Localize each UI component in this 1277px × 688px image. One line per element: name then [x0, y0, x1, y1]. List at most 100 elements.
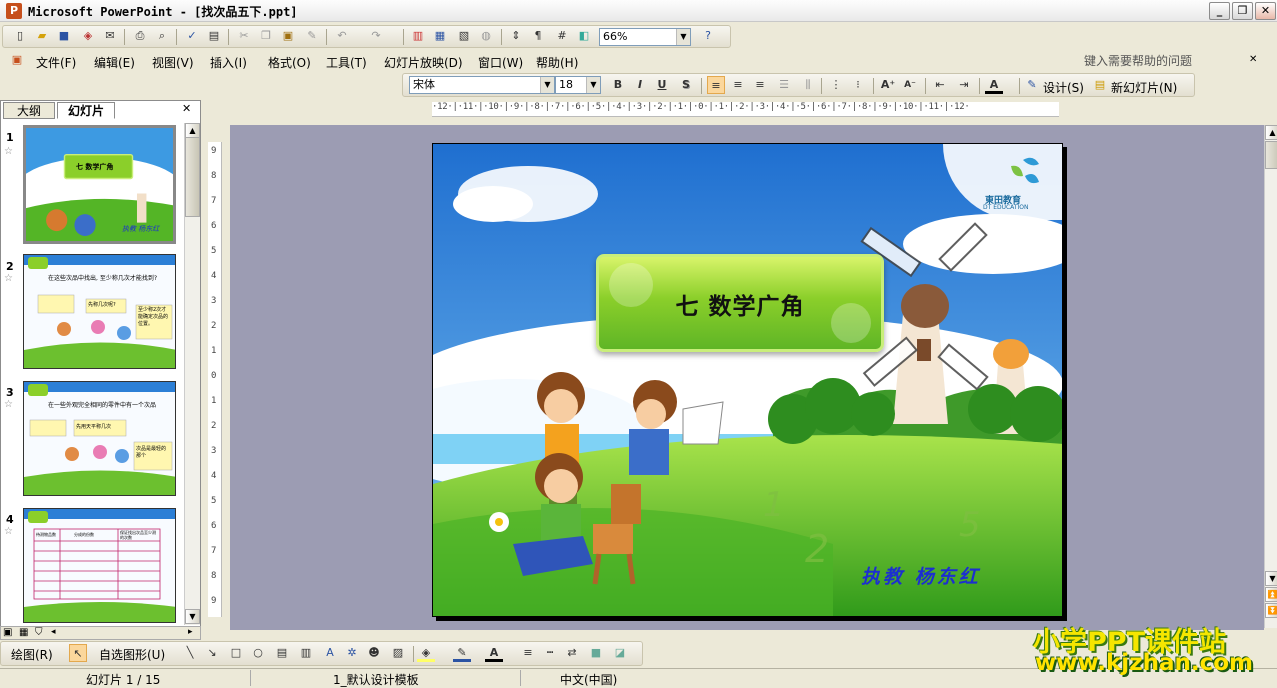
shadow-style-icon[interactable]: ■ — [587, 644, 605, 662]
cut-icon[interactable]: ✂ — [235, 27, 253, 45]
bold-button[interactable]: B — [609, 76, 627, 94]
menu-window[interactable]: 窗口(W) — [478, 54, 523, 71]
slide-canvas[interactable]: 1 2 5 東田教育 DT EDUCATION 七 数学广角 执教 杨东红 — [432, 143, 1063, 617]
numbering-icon[interactable]: ⋮ — [827, 76, 845, 94]
color-icon[interactable]: ◧ — [575, 27, 593, 45]
font-size-dropdown[interactable]: 18 ▼ — [555, 76, 601, 94]
menu-view[interactable]: 视图(V) — [152, 54, 194, 71]
spelling-icon[interactable]: ✓ — [183, 27, 201, 45]
line-icon[interactable]: ╲ — [181, 644, 199, 662]
thumb-scrollbar[interactable]: ▲ ▼ — [184, 123, 200, 625]
menu-help[interactable]: 帮助(H) — [536, 54, 578, 71]
design-icon[interactable]: ✎ — [1023, 76, 1041, 94]
distribute-icon[interactable]: ⫼ — [799, 76, 817, 94]
textbox-icon[interactable]: ▤ — [273, 644, 291, 662]
close-button[interactable]: ✕ — [1255, 2, 1276, 20]
format-painter-icon[interactable]: ✎ — [303, 27, 321, 45]
new-icon[interactable]: ▯ — [11, 27, 29, 45]
tables-borders-icon[interactable]: ▧ — [455, 27, 473, 45]
pane-close-icon[interactable]: ✕ — [182, 102, 191, 115]
show-formatting-icon[interactable]: ¶ — [529, 27, 547, 45]
new-slide-icon[interactable]: ▤ — [1091, 76, 1109, 94]
scroll-down-icon[interactable]: ▼ — [185, 609, 200, 624]
draw-menu-button[interactable]: 绘图(R) — [11, 646, 53, 663]
italic-button[interactable]: I — [631, 76, 649, 94]
menu-slideshow[interactable]: 幻灯片放映(D) — [384, 54, 463, 71]
decrease-indent-icon[interactable]: ⇤ — [931, 76, 949, 94]
zoom-dropdown[interactable]: 66% ▼ — [599, 28, 691, 46]
align-left-icon[interactable]: ≡ — [707, 76, 725, 94]
previous-slide-icon[interactable]: ⏫ — [1265, 587, 1277, 602]
oval-icon[interactable]: ○ — [249, 644, 267, 662]
insert-chart-icon[interactable]: ▥ — [409, 27, 427, 45]
menu-tools[interactable]: 工具(T) — [326, 54, 367, 71]
next-slide-icon[interactable]: ⏬ — [1265, 603, 1277, 618]
new-slide-button[interactable]: 新幻灯片(N) — [1111, 79, 1177, 96]
copy-icon[interactable]: ❐ — [257, 27, 275, 45]
scroll-up-icon[interactable]: ▲ — [1265, 125, 1277, 140]
menu-file[interactable]: 文件(F) — [36, 54, 76, 71]
menu-insert[interactable]: 插入(I) — [210, 54, 247, 71]
grid-icon[interactable]: # — [553, 27, 571, 45]
insert-table-icon[interactable]: ▦ — [431, 27, 449, 45]
slide-thumbnail-4[interactable]: 待测物品数 分成的份数 保证找出次品至少测的次数 — [23, 508, 176, 623]
rectangle-icon[interactable]: □ — [227, 644, 245, 662]
scroll-thumb[interactable] — [185, 137, 200, 217]
draw-font-color-icon[interactable]: A — [485, 644, 503, 662]
chevron-down-icon[interactable]: ▼ — [540, 77, 554, 93]
font-name-dropdown[interactable]: 宋体 ▼ — [409, 76, 555, 94]
vertical-textbox-icon[interactable]: ▥ — [297, 644, 315, 662]
tab-slides[interactable]: 幻灯片 — [57, 102, 115, 119]
scroll-left-icon[interactable]: ◂ — [51, 627, 56, 637]
print-icon[interactable]: ⎙ — [131, 27, 149, 45]
undo-icon[interactable]: ↶ — [333, 27, 351, 45]
help-icon[interactable]: ? — [699, 27, 717, 45]
clipart-icon[interactable]: ☻ — [365, 644, 383, 662]
chevron-down-icon[interactable]: ▼ — [676, 29, 690, 45]
arrow-icon[interactable]: ↘ — [203, 644, 221, 662]
expand-icon[interactable]: ⇕ — [507, 27, 525, 45]
open-icon[interactable]: ▰ — [33, 27, 51, 45]
wordart-icon[interactable]: A — [321, 644, 339, 662]
slide-thumbnail-1[interactable]: 七 数学广角 执教 杨东红 — [23, 125, 176, 244]
underline-button[interactable]: U — [653, 76, 671, 94]
redo-icon[interactable]: ↷ — [367, 27, 385, 45]
line-style-icon[interactable]: ≡ — [519, 644, 537, 662]
increase-indent-icon[interactable]: ⇥ — [955, 76, 973, 94]
shrink-font-icon[interactable]: A⁻ — [901, 76, 919, 94]
help-search-input[interactable]: 键入需要帮助的问题 — [1084, 52, 1264, 69]
tab-outline[interactable]: 大纲 — [3, 102, 55, 119]
fill-color-icon[interactable]: ◈ — [417, 644, 435, 662]
restore-button[interactable]: ❐ — [1232, 2, 1253, 20]
align-right-icon[interactable]: ≡ — [751, 76, 769, 94]
justify-icon[interactable]: ☰ — [775, 76, 793, 94]
slide-scrollbar[interactable]: ▲ ▼ ⏫ ⏬ — [1264, 125, 1277, 628]
normal-view-icon[interactable]: ▣ — [3, 627, 12, 638]
menu-format[interactable]: 格式(O) — [268, 54, 311, 71]
email-icon[interactable]: ✉ — [101, 27, 119, 45]
grow-font-icon[interactable]: A⁺ — [879, 76, 897, 94]
slideshow-view-icon[interactable]: ⛉ — [35, 627, 43, 638]
scroll-right-icon[interactable]: ▸ — [188, 627, 193, 637]
3d-style-icon[interactable]: ◪ — [611, 644, 629, 662]
diagram-icon[interactable]: ✲ — [343, 644, 361, 662]
save-icon[interactable]: ■ — [55, 27, 73, 45]
slide-thumbnail-3[interactable]: 在一些外观完全相同的零件中有一个次品 先用天平称几次 次品是最轻的那个 — [23, 381, 176, 496]
print-preview-icon[interactable]: ⌕ — [153, 27, 171, 45]
design-button[interactable]: 设计(S) — [1043, 79, 1084, 96]
title-placeholder[interactable]: 七 数学广角 — [596, 254, 884, 352]
minimize-button[interactable]: _ — [1209, 2, 1230, 20]
dash-style-icon[interactable]: ┅ — [541, 644, 559, 662]
hyperlink-icon[interactable]: ◍ — [477, 27, 495, 45]
line-color-icon[interactable]: ✎ — [453, 644, 471, 662]
sorter-view-icon[interactable]: ▦ — [19, 627, 28, 638]
powerpoint-app-icon[interactable]: P — [6, 3, 22, 19]
autoshapes-button[interactable]: 自选图形(U) — [99, 646, 165, 663]
scroll-down-icon[interactable]: ▼ — [1265, 571, 1277, 586]
select-pointer-icon[interactable]: ↖ — [69, 644, 87, 662]
font-color-icon[interactable]: A — [985, 76, 1003, 94]
slide-thumbnail-2[interactable]: 在这些次品中找出, 至少称几次才能找到? 先称几次呢? 至少称2次才能确定次品的… — [23, 254, 176, 369]
doc-icon[interactable]: ▣ — [8, 51, 26, 69]
picture-icon[interactable]: ▨ — [389, 644, 407, 662]
arrow-style-icon[interactable]: ⇄ — [563, 644, 581, 662]
